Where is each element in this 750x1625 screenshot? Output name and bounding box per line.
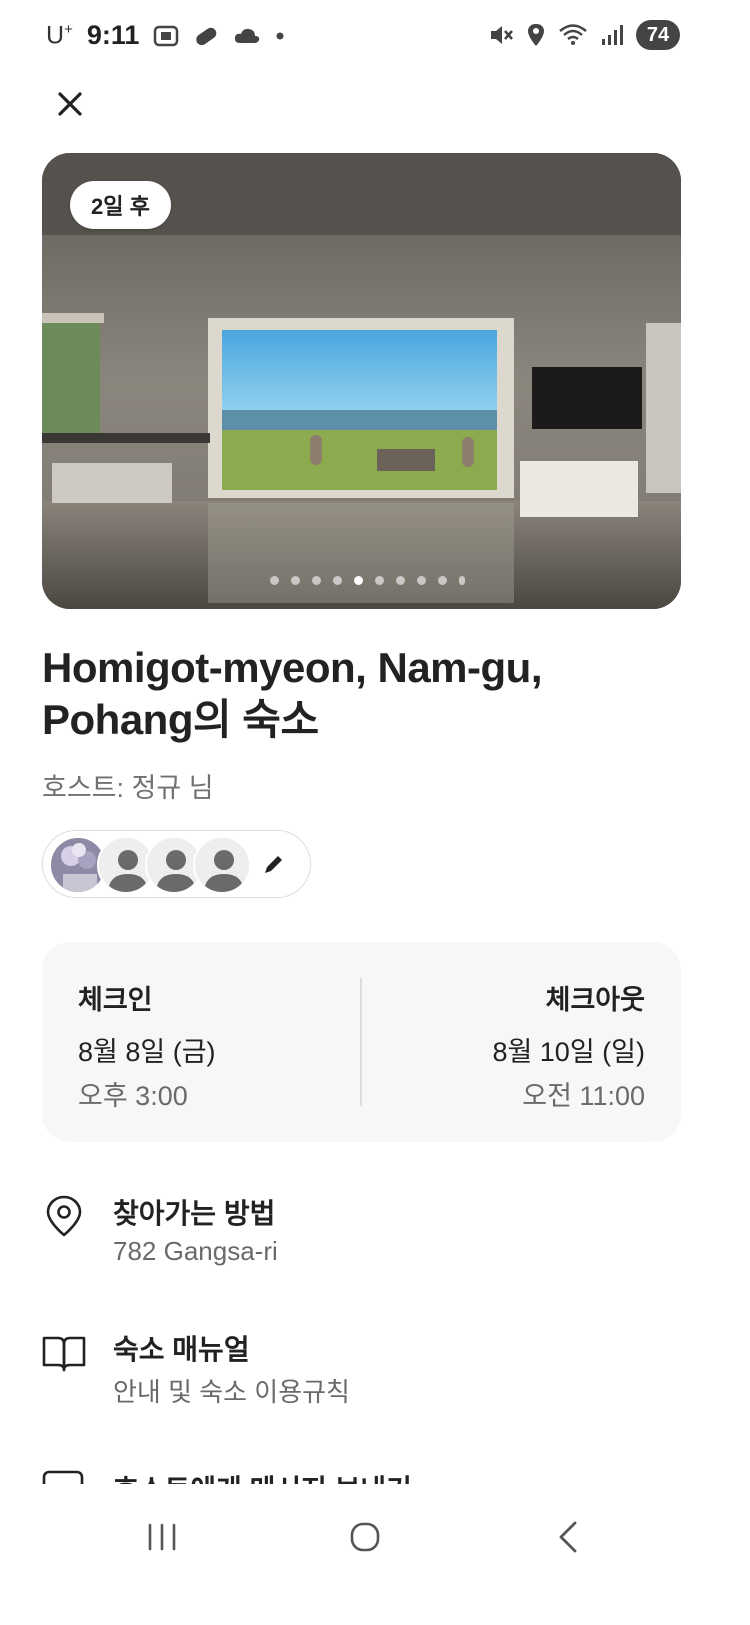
dot-icon bbox=[276, 32, 284, 39]
listing-title: Homigot-myeon, Nam-gu, Pohang의 숙소 bbox=[42, 642, 702, 746]
pill-icon bbox=[196, 27, 217, 45]
house-manual-title: 숙소 매뉴얼 bbox=[113, 1334, 250, 1365]
check-in-time: 오후 3:00 bbox=[78, 1081, 188, 1111]
directions-row[interactable]: 찾아가는 방법 782 Gangsa-ri bbox=[42, 1192, 702, 1282]
carousel-dot[interactable] bbox=[312, 576, 321, 585]
check-in-date: 8월 8일 (금) bbox=[78, 1037, 216, 1067]
carousel-dot-active[interactable] bbox=[354, 576, 363, 585]
close-button[interactable] bbox=[52, 86, 88, 122]
check-out-time: 오전 11:00 bbox=[522, 1081, 645, 1111]
cloud-icon bbox=[235, 28, 260, 43]
check-out-label: 체크아웃 bbox=[545, 985, 645, 1015]
carousel-dot[interactable] bbox=[333, 576, 342, 585]
carousel-dot[interactable] bbox=[438, 576, 447, 585]
listing-title-line2: Pohang의 숙소 bbox=[42, 696, 319, 743]
clock: 9:11 bbox=[86, 20, 140, 50]
message-host-title: 호스트에게 메시지 보내기 bbox=[113, 1468, 412, 1484]
check-out-section: 체크아웃 8월 10일 (일) 오전 11:00 bbox=[492, 978, 645, 1113]
carousel-dot[interactable] bbox=[396, 576, 405, 585]
carousel-dot[interactable] bbox=[459, 576, 465, 585]
listing-photo-carousel[interactable]: 2일 후 bbox=[42, 153, 681, 609]
navigation-bar bbox=[0, 1484, 750, 1625]
listing-title-line1: Homigot-myeon, Nam-gu, bbox=[42, 644, 543, 691]
mute-icon bbox=[491, 26, 513, 44]
location-pin-icon bbox=[46, 1195, 82, 1237]
message-host-row[interactable]: 호스트에게 메시지 보내기 bbox=[42, 1462, 702, 1484]
book-icon bbox=[42, 1336, 86, 1372]
wifi-icon bbox=[559, 24, 587, 45]
house-manual-subtitle: 안내 및 숙소 이용규칙 bbox=[113, 1377, 350, 1407]
check-in-label: 체크인 bbox=[78, 985, 153, 1015]
pencil-icon[interactable] bbox=[261, 851, 287, 877]
recent-apps-icon[interactable] bbox=[132, 1512, 192, 1562]
directions-title: 찾아가는 방법 bbox=[113, 1198, 276, 1229]
house-manual-row[interactable]: 숙소 매뉴얼 안내 및 숙소 이용규칙 bbox=[42, 1328, 702, 1418]
back-icon[interactable] bbox=[538, 1512, 598, 1562]
carrier-label: U+ bbox=[46, 20, 73, 50]
check-in-out-card: 체크인 8월 8일 (금) 오후 3:00 체크아웃 8월 10일 (일) 오전… bbox=[42, 942, 681, 1142]
carousel-dots bbox=[42, 576, 681, 585]
status-bar: U+ 9:11 74 bbox=[0, 0, 750, 72]
carousel-dot[interactable] bbox=[375, 576, 384, 585]
carousel-dot[interactable] bbox=[417, 576, 426, 585]
home-icon[interactable] bbox=[335, 1512, 395, 1562]
message-icon bbox=[42, 1470, 84, 1484]
guests-pill[interactable] bbox=[42, 830, 311, 898]
battery-indicator: 74 bbox=[636, 20, 680, 50]
check-out-date: 8월 10일 (일) bbox=[492, 1037, 645, 1067]
days-until-badge: 2일 후 bbox=[70, 181, 171, 229]
check-in-section: 체크인 8월 8일 (금) 오후 3:00 bbox=[78, 978, 216, 1113]
divider bbox=[360, 978, 362, 1106]
carousel-dot[interactable] bbox=[291, 576, 300, 585]
directions-address: 782 Gangsa-ri bbox=[113, 1236, 278, 1266]
carousel-dot[interactable] bbox=[270, 576, 279, 585]
location-icon bbox=[528, 24, 544, 46]
guest-avatar-placeholder bbox=[193, 836, 251, 894]
screenshot-icon bbox=[154, 25, 179, 46]
host-name: 호스트: 정규 님 bbox=[42, 773, 214, 803]
signal-icon bbox=[602, 25, 623, 45]
